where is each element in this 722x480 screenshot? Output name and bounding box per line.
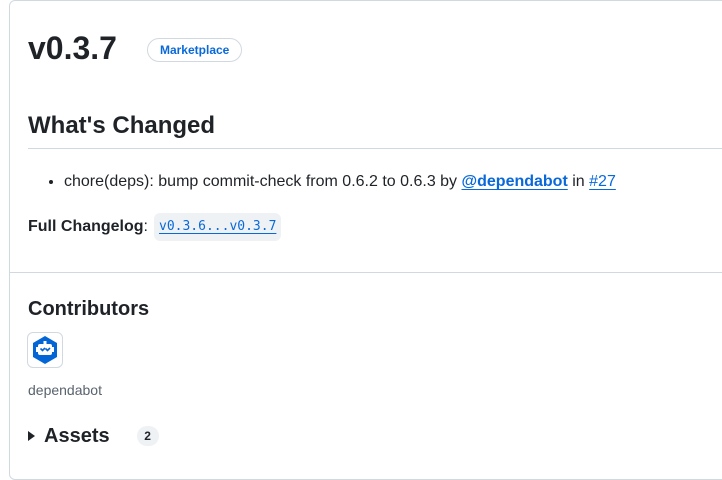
changelog-separator: : xyxy=(143,218,148,235)
full-changelog: Full Changelog: v0.3.6...v0.3.7 xyxy=(28,213,282,241)
release-header: v0.3.7 Marketplace xyxy=(28,28,243,68)
user-link-dependabot[interactable]: @dependabot xyxy=(462,173,568,190)
changelog-label: Full Changelog xyxy=(28,218,144,235)
change-text: chore(deps): bump commit-check from 0.6.… xyxy=(64,173,458,190)
avatar[interactable] xyxy=(27,332,63,368)
change-connector: in xyxy=(572,173,585,190)
section-divider xyxy=(10,272,722,273)
contributor-name[interactable]: dependabot xyxy=(28,380,102,400)
heading-divider xyxy=(28,148,722,149)
list-item: chore(deps): bump commit-check from 0.6.… xyxy=(64,170,616,194)
assets-heading: Assets xyxy=(44,425,110,447)
dependabot-bot-icon xyxy=(33,336,57,364)
contributors-heading: Contributors xyxy=(28,298,150,320)
pull-request-link[interactable]: #27 xyxy=(589,173,616,190)
changelog-compare-link[interactable]: v0.3.6...v0.3.7 xyxy=(154,213,282,241)
triangle-right-icon xyxy=(28,431,35,441)
assets-count-badge: 2 xyxy=(136,426,159,446)
marketplace-badge[interactable]: Marketplace xyxy=(146,38,243,62)
assets-toggle[interactable]: Assets 2 xyxy=(28,422,159,450)
whats-changed-heading: What's Changed xyxy=(28,112,216,139)
release-version-title[interactable]: v0.3.7 xyxy=(28,28,117,68)
changes-list: chore(deps): bump commit-check from 0.6.… xyxy=(28,170,616,194)
